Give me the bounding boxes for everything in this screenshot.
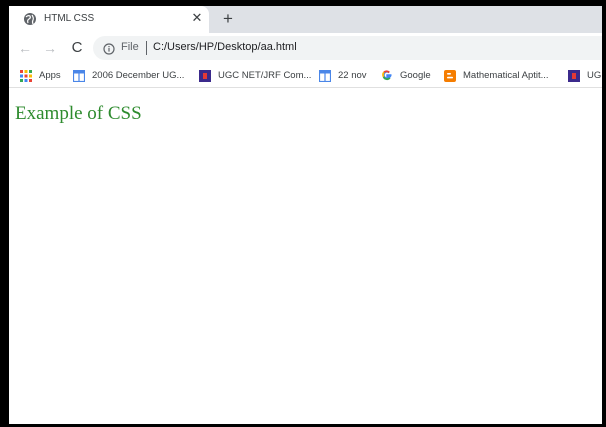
url-text[interactable]: C:/Users/HP/Desktop/aa.html [153, 41, 297, 53]
bookmarks-bar: Apps 2006 December UG... UGC NET/JRF Com… [9, 63, 602, 88]
globe-icon [23, 12, 37, 26]
forward-arrow-icon[interactable]: → [42, 39, 58, 57]
google-g-icon [381, 69, 393, 81]
browser-window: HTML CSS ✕ + ← → C File C:/Users/HP/Desk… [9, 6, 602, 424]
purple-site-icon [568, 69, 580, 82]
purple-site-icon [199, 69, 211, 82]
apps-grid-icon [20, 69, 32, 82]
tab-close-icon[interactable]: ✕ [191, 11, 203, 25]
bookmark-label: UG [587, 69, 602, 81]
new-tab-button[interactable]: + [220, 10, 236, 28]
tab-html-css[interactable]: HTML CSS ✕ [9, 6, 209, 33]
bookmark-ug[interactable]: UG [568, 67, 601, 83]
bookmark-2006-december[interactable]: 2006 December UG... [72, 67, 185, 83]
file-scheme-label: File [121, 41, 139, 53]
bookmark-label: 2006 December UG... [92, 69, 185, 81]
bookmark-ugc-net-jrf[interactable]: UGC NET/JRF Com... [199, 67, 311, 83]
bookmark-label: 22 nov [338, 69, 367, 81]
bookmark-label: Google [400, 69, 431, 81]
address-bar[interactable]: File C:/Users/HP/Desktop/aa.html [93, 36, 602, 60]
tab-strip: HTML CSS ✕ + [9, 6, 602, 33]
blue-doc-icon [318, 69, 332, 83]
page-heading: Example of CSS [15, 103, 142, 124]
blue-doc-icon [72, 69, 86, 83]
back-arrow-icon[interactable]: ← [17, 39, 33, 57]
bookmark-mathematical-aptitude[interactable]: Mathematical Aptit... [444, 67, 549, 83]
blogger-icon [444, 69, 456, 82]
bookmark-label: Mathematical Aptit... [463, 69, 549, 81]
info-icon[interactable] [103, 42, 115, 55]
bookmark-label: Apps [39, 69, 61, 81]
reload-icon[interactable]: C [69, 39, 85, 57]
page-content: Example of CSS [9, 88, 602, 424]
tab-title: HTML CSS [44, 13, 95, 24]
bookmark-label: UGC NET/JRF Com... [218, 69, 312, 81]
navigation-toolbar: ← → C File C:/Users/HP/Desktop/aa.html [9, 33, 602, 63]
bookmark-apps[interactable]: Apps [20, 67, 61, 83]
address-separator [146, 41, 147, 55]
bookmark-google[interactable]: Google [381, 67, 431, 83]
bookmark-22-nov[interactable]: 22 nov [318, 67, 367, 83]
screenshot-frame: HTML CSS ✕ + ← → C File C:/Users/HP/Desk… [0, 0, 606, 427]
